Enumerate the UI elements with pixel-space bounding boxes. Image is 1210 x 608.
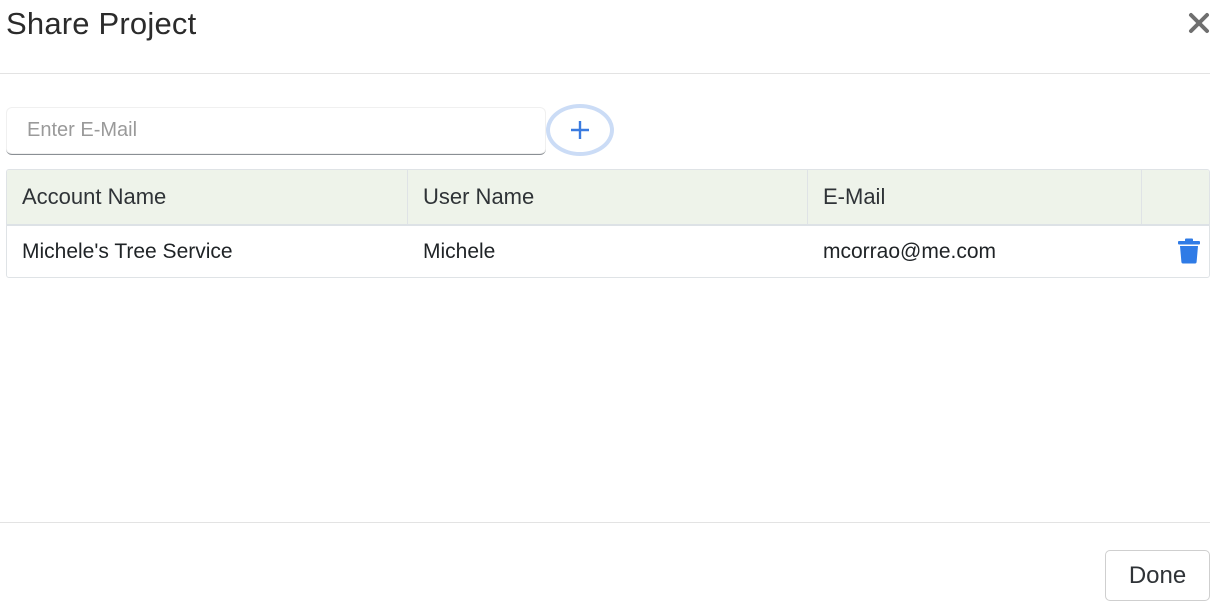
column-header-user-name: User Name bbox=[408, 170, 808, 224]
done-button[interactable]: Done bbox=[1105, 550, 1210, 601]
close-icon bbox=[1189, 13, 1209, 33]
column-header-email: E-Mail bbox=[808, 170, 1142, 224]
footer-divider bbox=[0, 522, 1210, 523]
dialog-title: Share Project bbox=[6, 6, 197, 41]
table-row: Michele's Tree Service Michele mcorrao@m… bbox=[7, 226, 1209, 277]
shared-users-table: Account Name User Name E-Mail Michele's … bbox=[6, 169, 1210, 278]
delete-user-button[interactable] bbox=[1177, 238, 1201, 264]
add-email-button[interactable] bbox=[546, 104, 614, 156]
trash-icon bbox=[1178, 238, 1200, 264]
table-header: Account Name User Name E-Mail bbox=[7, 170, 1209, 226]
plus-icon bbox=[571, 121, 589, 139]
cell-user-name: Michele bbox=[423, 240, 496, 263]
header-divider bbox=[0, 73, 1210, 74]
close-button[interactable] bbox=[1186, 10, 1210, 36]
column-header-account-name: Account Name bbox=[7, 170, 408, 224]
cell-account-name: Michele's Tree Service bbox=[22, 240, 233, 263]
email-input[interactable] bbox=[6, 107, 546, 155]
column-header-actions bbox=[1142, 170, 1209, 224]
cell-email: mcorrao@me.com bbox=[823, 240, 997, 263]
